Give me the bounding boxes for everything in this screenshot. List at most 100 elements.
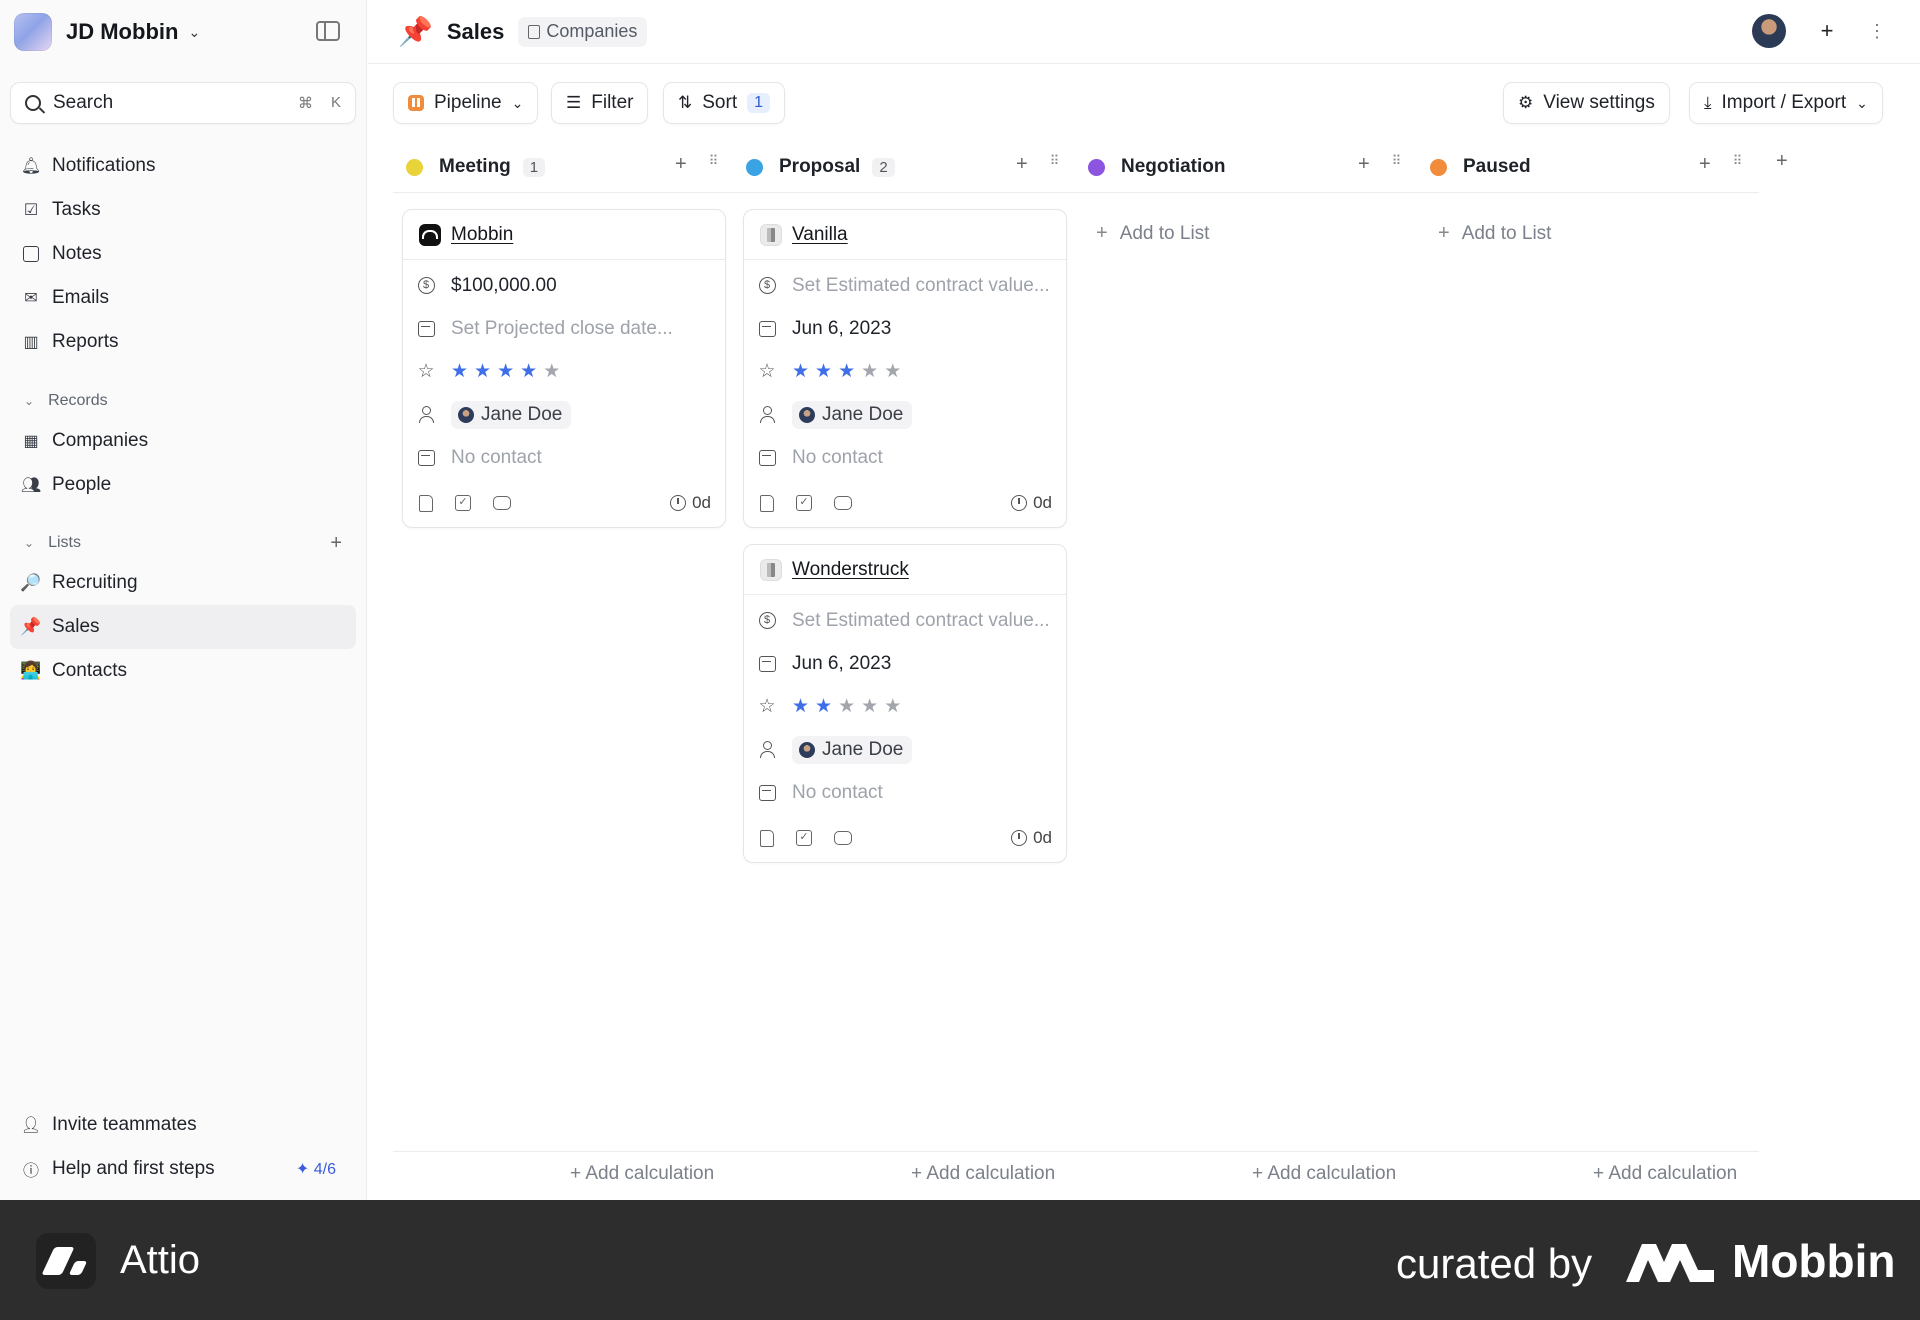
nav-reports[interactable]: ▥ Reports bbox=[10, 320, 356, 364]
comment-icon[interactable] bbox=[834, 496, 852, 510]
star-icon[interactable]: ★ bbox=[792, 360, 809, 383]
add-calculation-paused[interactable]: + Add calculation bbox=[1593, 1163, 1737, 1185]
star-icon[interactable]: ★ bbox=[497, 360, 514, 383]
owner-row[interactable]: Jane Doe bbox=[403, 393, 725, 436]
owner-row[interactable]: Jane Doe bbox=[744, 728, 1066, 771]
star-icon[interactable]: ★ bbox=[861, 360, 878, 383]
add-calculation-proposal[interactable]: + Add calculation bbox=[911, 1163, 1055, 1185]
add-card-icon[interactable]: + bbox=[1358, 153, 1370, 176]
star-icon[interactable]: ★ bbox=[451, 360, 468, 383]
owner-chip[interactable]: Jane Doe bbox=[451, 400, 572, 429]
star-icon[interactable]: ★ bbox=[838, 360, 855, 383]
column-header-negotiation[interactable]: Negotiation bbox=[1088, 150, 1226, 184]
star-icon[interactable]: ★ bbox=[520, 360, 537, 383]
column-header-paused[interactable]: Paused bbox=[1430, 150, 1531, 184]
nav-people[interactable]: 👥︎ People bbox=[10, 463, 356, 507]
nav-companies[interactable]: ▦ Companies bbox=[10, 419, 356, 463]
task-icon[interactable]: ✓ bbox=[796, 495, 812, 511]
rating-row[interactable]: ☆ ★ ★ ★ ★ ★ bbox=[744, 350, 1066, 393]
star-icon[interactable]: ★ bbox=[884, 360, 901, 383]
nav-notifications[interactable]: 🔔︎ Notifications bbox=[10, 144, 356, 188]
star-icon[interactable]: ★ bbox=[861, 695, 878, 718]
invite-teammates[interactable]: 👤︎ Invite teammates bbox=[10, 1103, 356, 1147]
close-date-row[interactable]: Jun 6, 2023 bbox=[744, 642, 1066, 685]
age-indicator: 0d bbox=[1011, 493, 1052, 513]
deal-card[interactable]: Mobbin $ $100,000.00 Set Projected close… bbox=[402, 209, 726, 528]
sidebar-toggle-icon[interactable] bbox=[316, 21, 340, 41]
task-icon[interactable]: ✓ bbox=[455, 495, 471, 511]
filter-button[interactable]: ☰ Filter bbox=[551, 82, 649, 124]
add-list-icon[interactable]: + bbox=[330, 532, 342, 555]
star-rating[interactable]: ★ ★ ★ ★ ★ bbox=[792, 360, 901, 383]
workspace-switcher[interactable]: JD Mobbin ⌄ bbox=[14, 12, 200, 52]
add-to-list-paused[interactable]: + Add to List bbox=[1438, 222, 1551, 245]
value-row[interactable]: $ Set Estimated contract value... bbox=[744, 264, 1066, 307]
deal-card[interactable]: Wonderstruck $ Set Estimated contract va… bbox=[743, 544, 1067, 863]
user-avatar[interactable] bbox=[1752, 14, 1786, 48]
add-to-list-negotiation[interactable]: + Add to List bbox=[1096, 222, 1209, 245]
star-icon[interactable]: ★ bbox=[474, 360, 491, 383]
add-card-icon[interactable]: + bbox=[1016, 153, 1028, 176]
star-icon[interactable]: ★ bbox=[838, 695, 855, 718]
value-row[interactable]: $ Set Estimated contract value... bbox=[744, 599, 1066, 642]
view-settings-button[interactable]: ⚙ View settings bbox=[1503, 82, 1670, 124]
star-icon[interactable]: ★ bbox=[815, 695, 832, 718]
drag-handle-icon[interactable]: ⠿ bbox=[1392, 153, 1401, 176]
star-rating[interactable]: ★ ★ ★ ★ ★ bbox=[451, 360, 560, 383]
column-header-proposal[interactable]: Proposal 2 bbox=[746, 150, 895, 184]
note-icon[interactable] bbox=[760, 494, 774, 512]
contact-row[interactable]: No contact bbox=[744, 436, 1066, 479]
star-icon[interactable]: ★ bbox=[884, 695, 901, 718]
close-date-row[interactable]: Jun 6, 2023 bbox=[744, 307, 1066, 350]
records-heading[interactable]: ⌄ Records bbox=[10, 383, 356, 419]
company-link[interactable]: Vanilla bbox=[792, 224, 848, 246]
company-link[interactable]: Wonderstruck bbox=[792, 559, 909, 581]
help-first-steps[interactable]: ⓘ Help and first steps ✦ 4/6 bbox=[10, 1147, 356, 1191]
chevron-down-icon: ⌄ bbox=[24, 536, 35, 550]
owner-chip[interactable]: Jane Doe bbox=[792, 400, 913, 429]
view-selector-button[interactable]: Pipeline ⌄ bbox=[393, 82, 539, 124]
list-item-sales[interactable]: 📌 Sales bbox=[10, 605, 356, 649]
star-icon[interactable]: ★ bbox=[815, 360, 832, 383]
list-item-contacts[interactable]: 👩‍💻 Contacts bbox=[10, 649, 356, 693]
rating-row[interactable]: ☆ ★ ★ ★ ★ ★ bbox=[403, 350, 725, 393]
search-input[interactable]: Search ⌘ K bbox=[10, 82, 356, 124]
column-header-meeting[interactable]: Meeting 1 bbox=[406, 150, 546, 184]
nav-emails[interactable]: ✉ Emails bbox=[10, 276, 356, 320]
value-row[interactable]: $ $100,000.00 bbox=[403, 264, 725, 307]
owner-row[interactable]: Jane Doe bbox=[744, 393, 1066, 436]
add-column-icon[interactable]: + bbox=[1776, 150, 1788, 173]
more-icon[interactable]: ⋮ bbox=[1868, 21, 1886, 42]
close-date-row[interactable]: Set Projected close date... bbox=[403, 307, 725, 350]
nav-tasks[interactable]: ☑ Tasks bbox=[10, 188, 356, 232]
list-item-recruiting[interactable]: 🔎 Recruiting bbox=[10, 561, 356, 605]
age-value: 0d bbox=[1033, 493, 1052, 512]
add-calculation-negotiation[interactable]: + Add calculation bbox=[1252, 1163, 1396, 1185]
star-icon[interactable]: ★ bbox=[543, 360, 560, 383]
add-icon[interactable]: + bbox=[1812, 16, 1842, 46]
nav-notes[interactable]: Notes bbox=[10, 232, 356, 276]
add-card-icon[interactable]: + bbox=[675, 153, 687, 176]
rating-row[interactable]: ☆ ★ ★ ★ ★ ★ bbox=[744, 685, 1066, 728]
company-link[interactable]: Mobbin bbox=[451, 224, 513, 246]
breadcrumb[interactable]: Companies bbox=[518, 16, 648, 47]
comment-icon[interactable] bbox=[834, 831, 852, 845]
contact-row[interactable]: No contact bbox=[403, 436, 725, 479]
drag-handle-icon[interactable]: ⠿ bbox=[709, 153, 718, 176]
deal-card[interactable]: Vanilla $ Set Estimated contract value..… bbox=[743, 209, 1067, 528]
add-calculation-meeting[interactable]: + Add calculation bbox=[570, 1163, 714, 1185]
task-icon[interactable]: ✓ bbox=[796, 830, 812, 846]
drag-handle-icon[interactable]: ⠿ bbox=[1733, 153, 1742, 176]
lists-heading[interactable]: ⌄ Lists + bbox=[10, 525, 356, 561]
star-rating[interactable]: ★ ★ ★ ★ ★ bbox=[792, 695, 901, 718]
comment-icon[interactable] bbox=[493, 496, 511, 510]
owner-chip[interactable]: Jane Doe bbox=[792, 735, 913, 764]
drag-handle-icon[interactable]: ⠿ bbox=[1050, 153, 1059, 176]
note-icon[interactable] bbox=[419, 494, 433, 512]
contact-row[interactable]: No contact bbox=[744, 771, 1066, 814]
note-icon[interactable] bbox=[760, 829, 774, 847]
import-export-button[interactable]: ⤓ Import / Export ⌄ bbox=[1689, 82, 1883, 124]
add-card-icon[interactable]: + bbox=[1699, 153, 1711, 176]
sort-button[interactable]: ⇅ Sort 1 bbox=[663, 82, 786, 124]
star-icon[interactable]: ★ bbox=[792, 695, 809, 718]
